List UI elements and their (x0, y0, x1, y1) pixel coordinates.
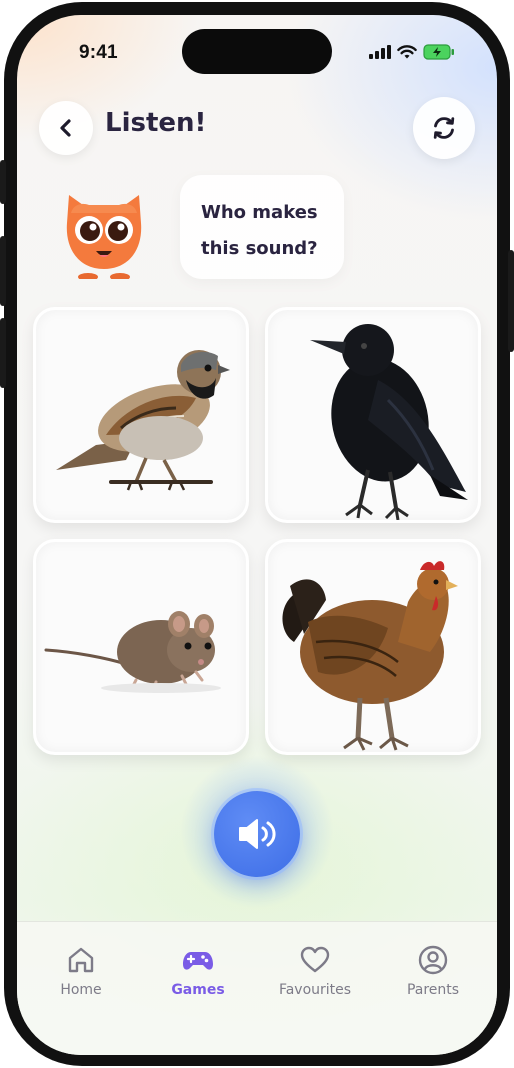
hen-image (282, 561, 458, 751)
app-screen: 9:41 Listen! Who makes this sound? Home … (17, 15, 497, 1055)
heart-icon (300, 946, 330, 973)
play-sound-button[interactable] (214, 791, 300, 877)
signal-icon (369, 45, 391, 59)
crow-image (310, 324, 468, 520)
side-button (508, 250, 514, 352)
user-circle-icon (418, 945, 448, 975)
back-button[interactable] (39, 101, 93, 155)
tab-home[interactable]: Home (31, 944, 131, 998)
prompt-line-1: Who makes (201, 202, 318, 223)
owl-mascot-icon (66, 195, 142, 279)
side-button (0, 160, 6, 204)
mouse-image (44, 611, 221, 693)
bottom-tab-bar: Home Games Favourites Parents (17, 921, 497, 1055)
home-icon (68, 947, 94, 973)
tab-games-label: Games (171, 982, 225, 998)
battery-icon (423, 44, 454, 60)
prompt-line-2: this sound? (201, 238, 318, 259)
choice-card-sparrow[interactable] (33, 307, 249, 523)
sparrow-image (56, 350, 230, 491)
dynamic-island (182, 29, 332, 74)
tab-parents-label: Parents (406, 982, 460, 998)
chevron-left-icon (60, 119, 71, 137)
side-button (0, 318, 6, 388)
gamepad-icon (183, 952, 213, 970)
refresh-button[interactable] (413, 97, 475, 159)
status-icons (369, 44, 455, 60)
refresh-icon (433, 117, 455, 139)
tab-home-label: Home (60, 982, 102, 998)
prompt-bubble: Who makes this sound? (180, 175, 344, 279)
status-time: 9:41 (79, 42, 118, 63)
choice-card-crow[interactable] (265, 307, 481, 523)
tab-parents[interactable]: Parents (383, 944, 483, 998)
choice-card-hen[interactable] (265, 539, 481, 755)
tab-games[interactable]: Games (148, 944, 248, 998)
side-button (0, 236, 6, 306)
page-title: Listen! (105, 108, 207, 138)
tab-favourites-label: Favourites (278, 982, 352, 998)
tab-favourites[interactable]: Favourites (265, 944, 365, 998)
speaker-icon (239, 819, 276, 849)
wifi-icon (397, 44, 417, 58)
choice-card-mouse[interactable] (33, 539, 249, 755)
